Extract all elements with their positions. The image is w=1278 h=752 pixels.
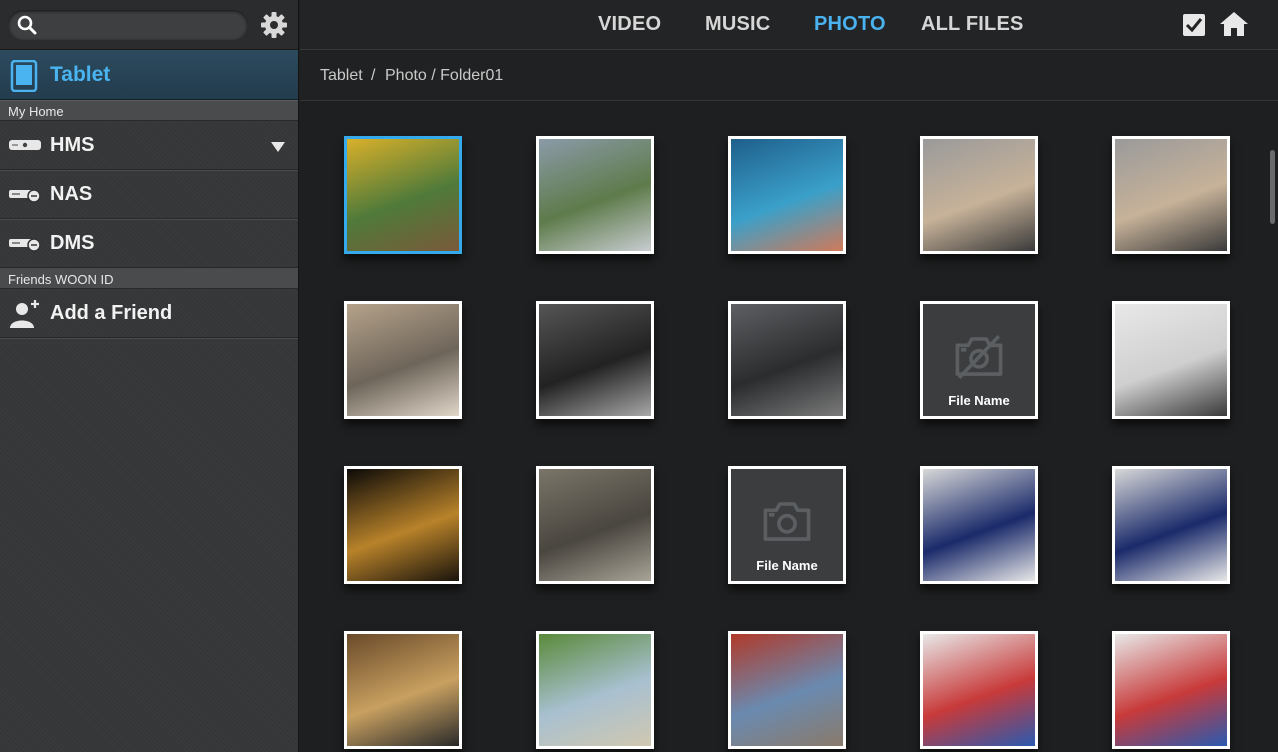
photo-image	[731, 139, 843, 251]
camera-icon	[763, 502, 811, 541]
photo-thumbnail[interactable]	[920, 466, 1038, 584]
photo-image	[731, 634, 843, 746]
photo-thumbnail[interactable]	[344, 466, 462, 584]
server-icon	[9, 140, 41, 150]
breadcrumb: Tablet / Photo / Folder01	[300, 51, 1278, 101]
photo-thumbnail[interactable]	[344, 136, 462, 254]
breadcrumb-root[interactable]: Tablet	[320, 67, 363, 85]
photo-thumbnail[interactable]	[728, 136, 846, 254]
section-header-my-home: My Home	[0, 100, 298, 121]
chevron-down-icon[interactable]	[270, 141, 286, 153]
photo-image	[347, 304, 459, 416]
home-icon[interactable]	[1219, 11, 1249, 37]
photo-thumbnail[interactable]	[728, 631, 846, 749]
photo-image	[731, 304, 843, 416]
photo-thumbnail[interactable]	[536, 301, 654, 419]
photo-image	[539, 139, 651, 251]
photo-image	[923, 139, 1035, 251]
select-check-icon[interactable]	[1183, 14, 1205, 36]
file-name-label: File Name	[948, 393, 1010, 408]
photo-thumbnail[interactable]	[536, 136, 654, 254]
photo-image	[539, 469, 651, 581]
sidebar-item-label: Add a Friend	[50, 302, 173, 324]
photo-image	[347, 139, 459, 251]
sidebar-item-label: HMS	[50, 134, 95, 156]
photo-thumbnail[interactable]	[728, 301, 846, 419]
file-placeholder-thumbnail[interactable]: File Name	[920, 301, 1038, 419]
no-image-icon	[955, 335, 1003, 379]
nas-icon	[9, 189, 41, 203]
photo-thumbnail[interactable]	[536, 631, 654, 749]
sidebar-item-label: DMS	[50, 232, 95, 254]
photo-thumbnail[interactable]	[1112, 466, 1230, 584]
photo-thumbnail[interactable]	[344, 301, 462, 419]
current-device-tablet[interactable]: Tablet	[0, 50, 298, 100]
photo-thumbnail[interactable]	[1112, 136, 1230, 254]
sidebar: Tablet My Home HMS NAS DMS Friends WOON …	[0, 0, 299, 752]
photo-image	[539, 304, 651, 416]
photo-thumbnail[interactable]	[536, 466, 654, 584]
sidebar-item-nas[interactable]: NAS	[0, 170, 298, 219]
scrollbar[interactable]	[1270, 150, 1275, 224]
photo-thumbnail[interactable]	[1112, 631, 1230, 749]
photo-image	[1115, 634, 1227, 746]
breadcrumb-separator: /	[371, 67, 376, 84]
search-input[interactable]	[46, 14, 236, 36]
section-header-friends: Friends WOON ID	[0, 268, 298, 289]
search-icon	[17, 15, 37, 35]
file-placeholder-thumbnail[interactable]: File Name	[728, 466, 846, 584]
photo-image	[347, 634, 459, 746]
search-bar	[0, 0, 298, 50]
tab-all-files[interactable]: ALL FILES	[921, 13, 1024, 36]
gear-icon[interactable]	[259, 10, 289, 40]
add-friend-icon	[10, 300, 39, 328]
photo-image	[1115, 139, 1227, 251]
search-field[interactable]	[8, 10, 248, 40]
top-nav: VIDEO MUSIC PHOTO ALL FILES	[300, 0, 1278, 50]
photo-grid: File Name File Name	[300, 102, 1278, 752]
device-label: Tablet	[50, 63, 111, 86]
photo-thumbnail[interactable]	[344, 631, 462, 749]
photo-thumbnail[interactable]	[1112, 301, 1230, 419]
sidebar-item-hms[interactable]: HMS	[0, 121, 298, 170]
photo-image	[539, 634, 651, 746]
tab-photo[interactable]: PHOTO	[814, 13, 886, 36]
sidebar-item-label: NAS	[50, 183, 93, 205]
photo-image	[1115, 304, 1227, 416]
tab-video[interactable]: VIDEO	[598, 13, 661, 36]
photo-thumbnail[interactable]	[920, 631, 1038, 749]
tablet-icon	[10, 60, 38, 92]
breadcrumb-path[interactable]: Photo / Folder01	[385, 67, 503, 85]
add-friend-button[interactable]: Add a Friend	[0, 289, 298, 338]
photo-image	[923, 634, 1035, 746]
file-name-label: File Name	[756, 558, 818, 573]
tab-music[interactable]: MUSIC	[705, 13, 770, 36]
sidebar-item-dms[interactable]: DMS	[0, 219, 298, 268]
photo-image	[1115, 469, 1227, 581]
dms-icon	[9, 238, 41, 252]
photo-thumbnail[interactable]	[920, 136, 1038, 254]
photo-image	[347, 469, 459, 581]
photo-image	[923, 469, 1035, 581]
